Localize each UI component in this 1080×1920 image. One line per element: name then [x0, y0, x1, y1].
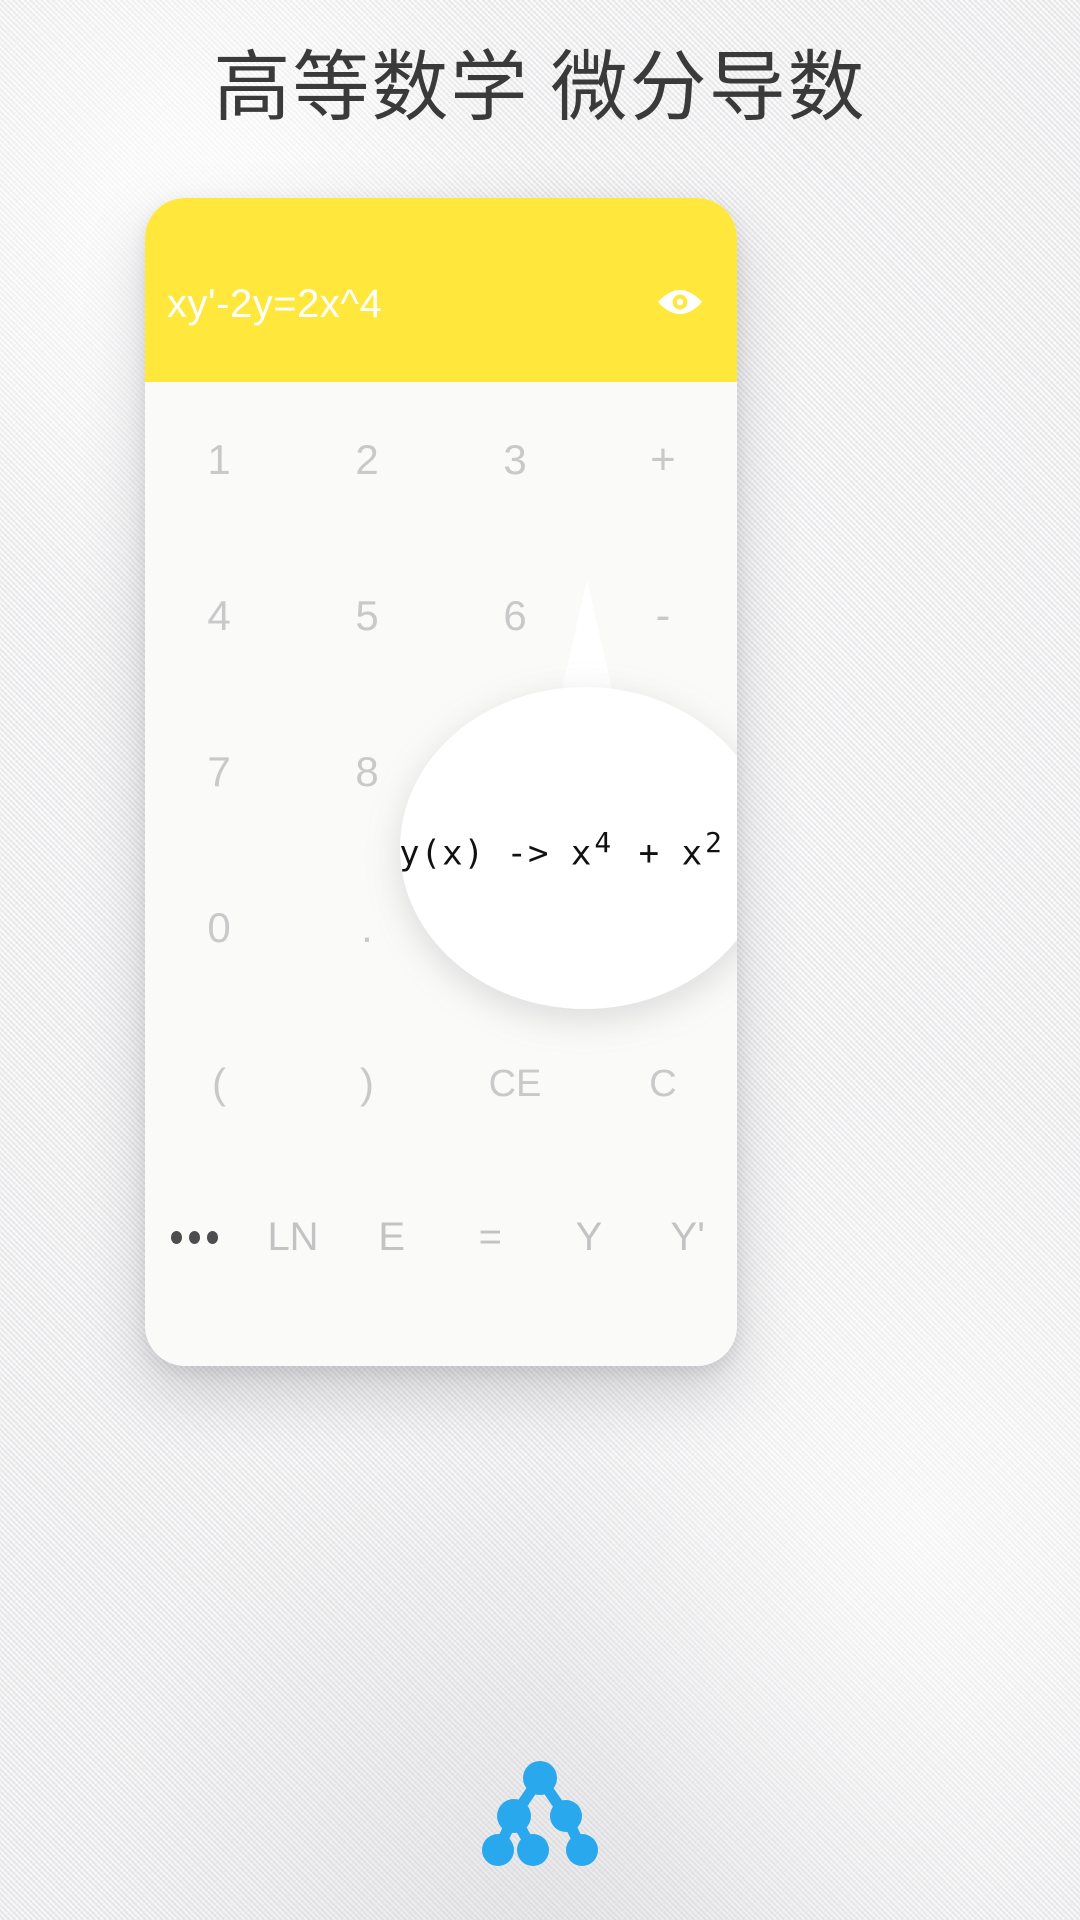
key-3[interactable]: 3 [441, 439, 589, 481]
result-exponent-1: 4 [594, 826, 612, 860]
expression-input[interactable]: xy'-2y=2x^4 [167, 282, 617, 327]
page-title: 高等数学 微分导数 [213, 45, 867, 131]
key-7[interactable]: 7 [145, 751, 293, 793]
keypad-row-5: ( ) CE C [145, 1006, 737, 1162]
tree-graph-logo [482, 1761, 598, 1866]
key-0[interactable]: 0 [145, 907, 293, 949]
key-open-paren[interactable]: ( [145, 1063, 293, 1105]
calculator-card: xy'-2y=2x^4 1 2 3 + 4 5 6 - 7 8 9 × [145, 198, 737, 1366]
result-lhs: y(x) -> x [399, 833, 593, 874]
key-2[interactable]: 2 [293, 439, 441, 481]
key-5[interactable]: 5 [293, 595, 441, 637]
key-y-prime[interactable]: Y' [638, 1217, 737, 1257]
eye-icon[interactable] [657, 286, 703, 318]
more-options-icon[interactable] [145, 1230, 244, 1244]
key-4[interactable]: 4 [145, 595, 293, 637]
keypad-row-2: 4 5 6 - [145, 538, 737, 694]
key-clear-entry[interactable]: CE [441, 1065, 589, 1103]
result-exponent-2: 2 [705, 826, 722, 860]
key-y[interactable]: Y [540, 1217, 639, 1257]
keypad-function-row: LN E = Y Y' [145, 1162, 737, 1312]
result-mid: + x [617, 833, 704, 874]
key-close-paren[interactable]: ) [293, 1063, 441, 1105]
key-ln[interactable]: LN [244, 1217, 343, 1257]
result-bubble-tail [559, 580, 615, 702]
brand-logo [0, 1760, 1080, 1868]
result-expression: y(x) -> x4 + x2 C [399, 826, 737, 873]
key-1[interactable]: 1 [145, 439, 293, 481]
key-e[interactable]: E [342, 1217, 441, 1257]
expression-input-bar[interactable]: xy'-2y=2x^4 [145, 198, 737, 382]
result-tail: C [728, 834, 737, 874]
key-plus[interactable]: + [589, 438, 737, 482]
key-clear[interactable]: C [589, 1065, 737, 1103]
key-equals[interactable]: = [441, 1217, 540, 1257]
keypad-row-1: 1 2 3 + [145, 382, 737, 538]
